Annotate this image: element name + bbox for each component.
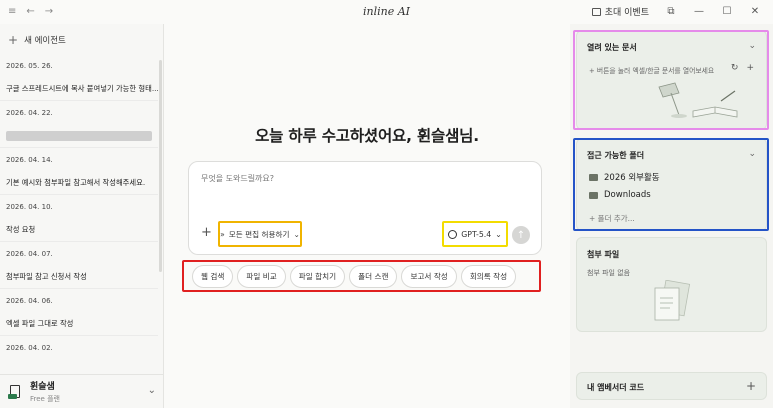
user-profile[interactable]: 휜슬샘 Free 플랜 ⌄: [0, 374, 164, 408]
maximize-icon[interactable]: ☐: [721, 6, 733, 17]
quick-action-chips: 웹 검색 파일 비교 파일 합치기 폴더 스캔 보고서 작성 회의록 작성: [192, 265, 517, 288]
close-icon[interactable]: ✕: [749, 6, 761, 17]
history-date: 2026. 04. 14.: [6, 155, 53, 164]
minimize-icon[interactable]: —: [693, 6, 705, 17]
history-item[interactable]: 구글 스프레드시트에 복사 붙여넣기 가능한 형태...: [0, 78, 158, 101]
quick-action-chip[interactable]: 파일 합치기: [289, 265, 346, 288]
new-agent-label: 새 에이전트: [24, 36, 66, 46]
history-item[interactable]: 첨부파일 참고 신청서 작성: [0, 266, 158, 289]
send-button[interactable]: ↑: [512, 226, 530, 244]
history-date: 2026. 04. 06.: [6, 296, 53, 305]
invite-event-label: 초대 이벤트: [604, 8, 649, 18]
edit-mode-label: 모든 편집 허용하기: [228, 229, 290, 239]
files-illustration: [654, 280, 691, 321]
folders-highlight: [573, 138, 769, 231]
title-bar: ≡ ← → inline AI 초대 이벤트 ⧉ — ☐ ✕: [0, 0, 773, 24]
chevron-down-icon: ⌄: [495, 229, 502, 239]
history-item[interactable]: 작성 요청: [0, 219, 158, 242]
greeting-heading: 오늘 하루 수고하셨어요, 휜슬샘님.: [255, 127, 479, 145]
ambassador-code-title: 내 앰베서더 코드: [587, 383, 645, 392]
redacted-text: [6, 130, 152, 141]
user-plan: Free 플랜: [30, 395, 60, 403]
attachments-empty: 첨부 파일 없음: [587, 269, 631, 277]
layout-icon[interactable]: ⧉: [665, 6, 677, 17]
edit-mode-dropdown[interactable]: » 모든 편집 허용하기 ⌄: [218, 221, 302, 247]
window-controls: 초대 이벤트 ⧉ — ☐ ✕: [591, 5, 761, 18]
chevron-down-icon[interactable]: ⌄: [148, 385, 156, 396]
history-item[interactable]: 기본 예시와 첨부파일 참고해서 작성해주세요.: [0, 172, 158, 195]
quick-action-chip[interactable]: 회의록 작성: [460, 265, 517, 288]
attachments-card: 첨부 파일 첨부 파일 없음: [576, 237, 767, 332]
user-name: 휜슬샘: [30, 382, 55, 392]
double-chevron-icon: »: [220, 229, 225, 239]
invite-event-button[interactable]: 초대 이벤트: [591, 5, 649, 18]
gift-icon: [591, 7, 601, 16]
add-icon[interactable]: +: [746, 379, 756, 393]
model-dropdown[interactable]: GPT-5.4 ⌄: [442, 221, 508, 247]
history-date: 2026. 04. 10.: [6, 202, 53, 211]
quick-action-chip[interactable]: 웹 검색: [192, 265, 234, 288]
plus-icon: +: [8, 33, 19, 47]
history-item[interactable]: [0, 125, 158, 148]
history-item[interactable]: 엑셀 파일 그대로 작성: [0, 313, 158, 336]
sidebar: + 새 에이전트 2026. 05. 26. 구글 스프레드시트에 복사 붙여넣기…: [0, 24, 164, 408]
history-list: 2026. 05. 26. 구글 스프레드시트에 복사 붙여넣기 가능한 형태..…: [0, 54, 158, 360]
history-date: 2026. 05. 26.: [6, 61, 53, 70]
quick-action-chip[interactable]: 파일 비교: [237, 265, 286, 288]
attach-plus-icon[interactable]: +: [201, 226, 212, 239]
history-date: 2026. 04. 07.: [6, 249, 53, 258]
quick-action-chip[interactable]: 폴더 스캔: [349, 265, 398, 288]
chevron-down-icon: ⌄: [293, 229, 300, 239]
new-agent-button[interactable]: + 새 에이전트: [8, 34, 66, 46]
model-label: GPT-5.4: [461, 229, 492, 239]
ambassador-code-card[interactable]: 내 앰베서더 코드 +: [576, 372, 767, 400]
sidebar-scrollbar[interactable]: [159, 60, 162, 272]
user-app-icon: [8, 384, 22, 400]
prompt-input[interactable]: [201, 174, 521, 183]
arrow-up-icon: ↑: [516, 229, 526, 241]
openai-logo-icon: [448, 229, 458, 239]
quick-action-chip[interactable]: 보고서 작성: [401, 265, 457, 288]
history-date: 2026. 04. 22.: [6, 108, 53, 117]
open-documents-highlight: [573, 30, 769, 130]
history-date: 2026. 04. 02.: [6, 343, 53, 352]
attachments-title: 첨부 파일: [587, 250, 620, 259]
